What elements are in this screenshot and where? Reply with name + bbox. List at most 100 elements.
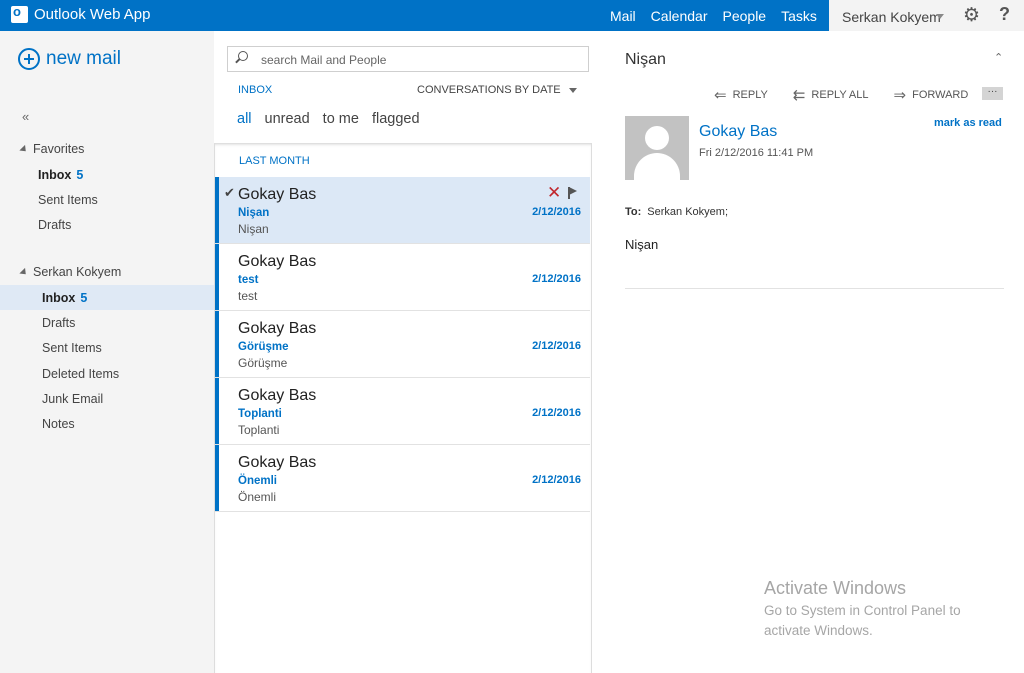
reply-all-arrow-icon: ⇇	[792, 87, 806, 104]
sender-name[interactable]: Gokay Bas	[699, 123, 777, 141]
reply-button[interactable]: ⇐ REPLY	[714, 86, 768, 104]
message-sender: Gokay Bas	[238, 186, 317, 203]
unread-indicator	[215, 311, 219, 377]
unread-indicator	[215, 177, 219, 243]
app-title: Outlook Web App	[34, 6, 151, 23]
activation-text: Go to System in Control Panel to activat…	[764, 603, 961, 638]
app-logo[interactable]: Outlook Web App	[11, 4, 151, 23]
account-label: Serkan Kokyem	[33, 265, 122, 279]
filter-unread[interactable]: unread	[265, 111, 310, 127]
group-header: LAST MONTH	[239, 155, 310, 167]
folder-label: Inbox	[38, 168, 72, 182]
more-actions-button[interactable]: ···	[982, 87, 1003, 100]
message-body: Nişan	[625, 237, 659, 252]
favorites-label: Favorites	[33, 142, 85, 156]
message-item[interactable]: ✔ Gokay Bas Nişan Nişan 2/12/2016 ✕	[215, 177, 590, 244]
nav-people[interactable]: People	[723, 8, 767, 24]
nav-calendar[interactable]: Calendar	[651, 8, 708, 24]
message-preview: Görüşme	[238, 356, 288, 370]
top-nav: Mail Calendar People Tasks	[610, 0, 832, 31]
message-date: 2/12/2016	[532, 407, 581, 419]
folder-deleted-items[interactable]: Deleted Items	[42, 367, 119, 381]
folder-pane: new mail « Favorites Inbox 5 Sent Items D…	[0, 31, 214, 673]
user-menu[interactable]: Serkan Kokyem	[842, 9, 941, 25]
current-folder-label: INBOX	[238, 84, 273, 96]
recipient[interactable]: Serkan Kokyem;	[647, 206, 728, 218]
avatar	[625, 116, 689, 180]
filter-all[interactable]: all	[237, 111, 252, 127]
message-subject: test	[238, 274, 259, 286]
filter-flagged[interactable]: flagged	[372, 111, 420, 127]
favorite-drafts[interactable]: Drafts	[38, 218, 71, 232]
search-icon[interactable]	[238, 51, 248, 61]
folder-junk-email[interactable]: Junk Email	[42, 392, 103, 406]
message-subject: Önemli	[238, 475, 277, 487]
sent-date: Fri 2/12/2016 11:41 PM	[699, 147, 814, 159]
message-sender: Gokay Bas	[238, 253, 317, 270]
message-item[interactable]: Gokay Bas Toplanti Toplanti 2/12/2016	[215, 378, 590, 445]
collapse-pane-icon[interactable]: «	[22, 109, 29, 124]
favorites-header[interactable]: Favorites	[19, 142, 85, 156]
search-box[interactable]: search Mail and People	[227, 46, 589, 72]
message-item[interactable]: Gokay Bas Görüşme Görüşme 2/12/2016	[215, 311, 590, 378]
new-mail-label: new mail	[46, 48, 121, 69]
expand-triangle-icon	[19, 144, 29, 154]
favorite-sent-items[interactable]: Sent Items	[38, 193, 98, 207]
chevron-up-icon[interactable]: ⌃	[994, 51, 1003, 64]
selected-folder-highlight	[0, 285, 214, 310]
message-list: LAST MONTH ✔ Gokay Bas Nişan Nişan 2/12/…	[214, 143, 592, 673]
chevron-down-icon	[568, 87, 577, 93]
message-subject: Toplanti	[238, 408, 282, 420]
folder-sent-items[interactable]: Sent Items	[42, 341, 102, 355]
activation-title: Activate Windows	[764, 578, 907, 598]
filter-to-me[interactable]: to me	[323, 111, 359, 127]
person-head-icon	[645, 126, 669, 150]
message-sender: Gokay Bas	[238, 320, 317, 337]
message-sender: Gokay Bas	[238, 454, 317, 471]
unread-count: 5	[76, 168, 84, 182]
message-subject: Nişan	[238, 207, 270, 219]
folder-notes[interactable]: Notes	[42, 417, 75, 431]
reading-subject: Nişan	[625, 51, 666, 68]
unread-count: 5	[80, 291, 88, 305]
nav-mail[interactable]: Mail	[610, 8, 636, 24]
message-item[interactable]: Gokay Bas test test 2/12/2016	[215, 244, 590, 311]
gear-icon[interactable]: ⚙	[963, 4, 980, 27]
view-filters: all unread to me flagged	[237, 111, 433, 127]
to-label: To:	[625, 206, 642, 218]
chevron-down-icon[interactable]	[936, 14, 944, 19]
outlook-icon	[11, 4, 28, 23]
reply-all-label: REPLY ALL	[811, 89, 869, 101]
forward-button[interactable]: ⇒ FORWARD	[894, 86, 969, 104]
message-preview: Toplanti	[238, 423, 280, 437]
delete-icon[interactable]: ✕	[547, 183, 561, 203]
folder-drafts[interactable]: Drafts	[42, 316, 75, 330]
folder-inbox[interactable]: Inbox 5	[42, 291, 87, 305]
reply-label: REPLY	[732, 89, 768, 101]
plus-circle-icon	[18, 48, 40, 70]
sort-dropdown[interactable]: CONVERSATIONS BY DATE	[417, 84, 577, 96]
mark-as-read-link[interactable]: mark as read	[934, 117, 1002, 129]
reply-all-button[interactable]: ⇇ REPLY ALL	[793, 86, 869, 104]
reading-actions: ⇐ REPLY ⇇ REPLY ALL ⇒ FORWARD	[714, 86, 993, 104]
new-mail-button[interactable]: new mail	[18, 48, 121, 70]
search-input[interactable]: search Mail and People	[261, 53, 386, 67]
sort-label: CONVERSATIONS BY DATE	[417, 84, 561, 96]
account-header[interactable]: Serkan Kokyem	[19, 265, 122, 279]
reply-arrow-icon: ⇐	[714, 87, 727, 104]
message-date: 2/12/2016	[532, 474, 581, 486]
message-item[interactable]: Gokay Bas Önemli Önemli 2/12/2016	[215, 445, 590, 512]
checkmark-icon[interactable]: ✔	[224, 185, 235, 201]
message-subject: Görüşme	[238, 341, 289, 353]
message-preview: test	[238, 289, 258, 303]
nav-tasks[interactable]: Tasks	[781, 8, 817, 24]
forward-arrow-icon: ⇒	[893, 87, 907, 104]
flag-icon[interactable]	[568, 187, 575, 199]
message-preview: Önemli	[238, 490, 277, 504]
message-date: 2/12/2016	[532, 340, 581, 352]
message-preview: Nişan	[238, 222, 269, 236]
unread-indicator	[215, 244, 219, 310]
expand-triangle-icon	[19, 267, 29, 277]
help-icon[interactable]: ?	[999, 4, 1010, 25]
favorite-inbox[interactable]: Inbox 5	[38, 168, 83, 182]
